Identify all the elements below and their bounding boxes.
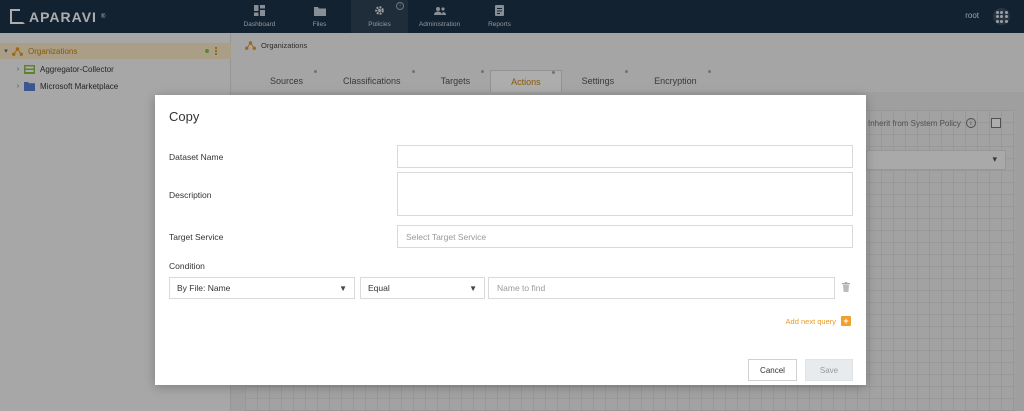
caret-down-icon: ▼: [469, 284, 477, 293]
caret-down-icon: ▼: [339, 284, 347, 293]
dataset-name-label: Dataset Name: [169, 152, 224, 162]
condition-field-select[interactable]: By File: Name ▼: [169, 277, 355, 299]
description-textarea[interactable]: [397, 172, 853, 216]
condition-value-input[interactable]: [488, 277, 835, 299]
save-button[interactable]: Save: [805, 359, 853, 381]
dialog-title: Copy: [169, 109, 200, 124]
add-next-query-button[interactable]: Add next query +: [786, 316, 851, 326]
condition-operator-select[interactable]: Equal ▼: [360, 277, 485, 299]
target-service-input[interactable]: [397, 225, 853, 248]
dataset-name-input[interactable]: [397, 145, 853, 168]
trash-icon[interactable]: [842, 282, 850, 292]
condition-label: Condition: [169, 261, 205, 271]
target-service-label: Target Service: [169, 232, 224, 242]
description-label: Description: [169, 190, 212, 200]
plus-icon: +: [841, 316, 851, 326]
copy-dialog: Copy Dataset Name Description Target Ser…: [155, 95, 866, 385]
cancel-button[interactable]: Cancel: [748, 359, 797, 381]
